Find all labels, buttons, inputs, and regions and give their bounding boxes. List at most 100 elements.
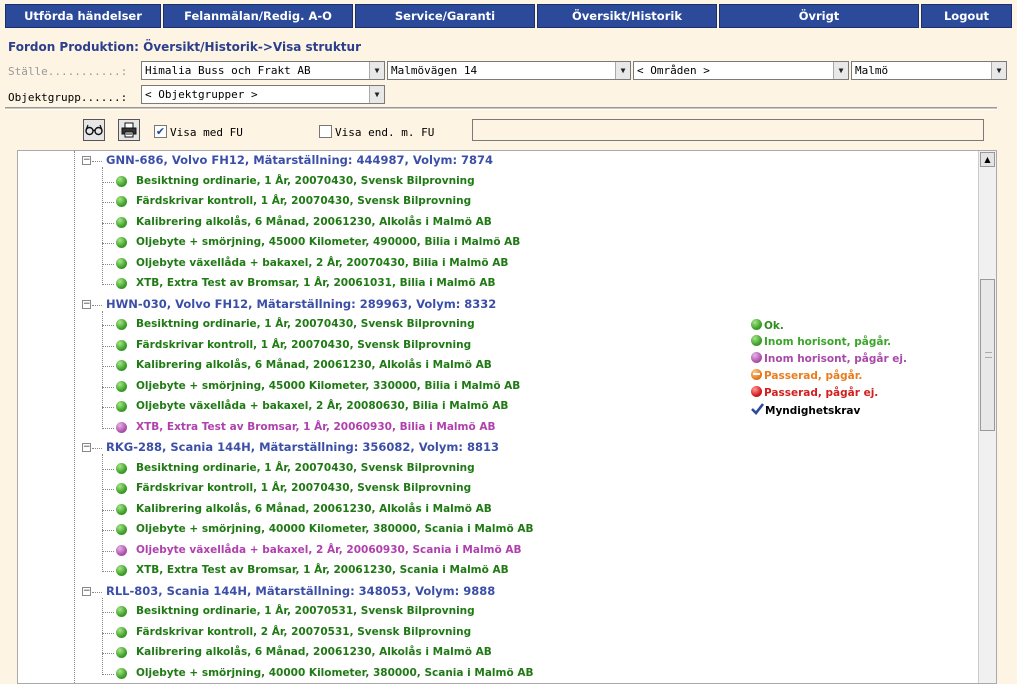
legend-item: Ok. [751, 319, 784, 332]
nav-utforda-handelser[interactable]: Utförda händelser [5, 4, 161, 28]
objektgrupp-select[interactable]: < Objektgrupper > ▼ [141, 85, 385, 104]
legend-item: Passerad, pågår. [751, 369, 862, 382]
event-item[interactable]: Oljebyte + smörjning, 45000 Kilometer, 3… [136, 380, 520, 392]
event-item[interactable]: Besiktning ordinarie, 1 År, 20070531, Sv… [136, 605, 475, 617]
stalle-select-value: Himalia Buss och Frakt AB [145, 64, 311, 77]
page-title: Fordon Produktion: Översikt/Historik->Vi… [8, 40, 361, 54]
event-item[interactable]: Besiktning ordinarie, 1 År, 20070430, Sv… [136, 462, 475, 474]
event-item[interactable]: Kalibrering alkolås, 6 Månad, 20061230, … [136, 646, 492, 658]
chevron-down-icon: ▼ [991, 62, 1006, 79]
event-item[interactable]: Färdskrivar kontroll, 1 År, 20070430, Sv… [136, 339, 471, 351]
event-item[interactable]: Besiktning ordinarie, 1 År, 20070430, Sv… [136, 175, 475, 187]
event-item[interactable]: XTB, Extra Test av Bromsar, 1 År, 200612… [136, 564, 509, 576]
glasses-icon [85, 124, 103, 136]
legend-item: Passerad, pågår ej. [751, 386, 878, 399]
event-item[interactable]: Kalibrering alkolås, 6 Månad, 20061230, … [136, 216, 492, 228]
event-item[interactable]: Färdskrivar kontroll, 2 År, 20070531, Sv… [136, 626, 471, 638]
collapse-icon[interactable]: − [82, 443, 91, 452]
visa-med-fu-label: Visa med FU [170, 126, 243, 139]
stalle-select[interactable]: Himalia Buss och Frakt AB ▼ [141, 61, 385, 80]
area-select-value: < Områden > [637, 64, 710, 77]
divider [5, 107, 997, 110]
nav-service-garanti[interactable]: Service/Garanti [355, 4, 535, 28]
event-item[interactable]: Kalibrering alkolås, 6 Månad, 20061230, … [136, 503, 492, 515]
green-status-dot-icon [116, 647, 127, 658]
green-status-dot-icon [116, 565, 127, 576]
event-item[interactable]: Färdskrivar kontroll, 1 År, 20070430, Sv… [136, 195, 471, 207]
stalle-label: Ställe...........: [8, 65, 128, 78]
green-status-dot-icon [116, 667, 127, 679]
green-dot-icon [751, 335, 762, 346]
legend-item: Inom horisont, pågår ej. [751, 352, 907, 365]
green-status-dot-icon [116, 380, 127, 392]
event-item[interactable]: Oljebyte växellåda + bakaxel, 2 År, 2007… [136, 257, 508, 269]
event-item[interactable]: XTB, Extra Test av Bromsar, 1 År, 200610… [136, 277, 495, 289]
vehicle-node[interactable]: RLL-803, Scania 144H, Mätarställning: 34… [106, 584, 495, 598]
nav-logout[interactable]: Logout [921, 4, 1012, 28]
green-status-dot-icon [116, 196, 127, 207]
area-select[interactable]: < Områden > ▼ [633, 61, 849, 80]
tree-trunk-line [74, 151, 75, 683]
scroll-up-icon[interactable]: ▲ [980, 152, 995, 167]
purple-dot-icon [751, 352, 762, 363]
address-select-value: Malmövägen 14 [391, 64, 478, 77]
vehicle-node[interactable]: HWN-030, Volvo FH12, Mätarställning: 289… [106, 297, 496, 311]
green-status-dot-icon [116, 175, 127, 187]
green-dot-icon [751, 319, 762, 330]
visa-med-fu-checkbox[interactable]: ✔ [154, 125, 167, 138]
red-dot-icon [751, 386, 762, 397]
blue-checkmark-icon [751, 403, 765, 415]
nav-felanmalan[interactable]: Felanmälan/Redig. A-O [163, 4, 353, 28]
green-status-dot-icon [116, 360, 127, 371]
event-item[interactable]: XTB, Extra Test av Bromsar, 1 År, 200609… [136, 421, 495, 433]
event-item[interactable]: Besiktning ordinarie, 1 År, 20070430, Sv… [136, 318, 475, 330]
address-select[interactable]: Malmövägen 14 ▼ [387, 61, 631, 80]
event-item[interactable]: Oljebyte + smörjning, 40000 Kilometer, 3… [136, 523, 533, 535]
structure-tree[interactable]: ▲ Ok. Inom horisont, pågår. Inom horisont,… [17, 150, 997, 684]
event-item[interactable]: Oljebyte växellåda + bakaxel, 2 År, 2006… [136, 544, 522, 556]
green-status-dot-icon [116, 339, 127, 351]
event-item[interactable]: Oljebyte + smörjning, 40000 Kilometer, 3… [136, 667, 533, 679]
event-item[interactable]: Kalibrering alkolås, 6 Månad, 20061230, … [136, 359, 492, 371]
event-item[interactable]: Oljebyte växellåda + bakaxel, 2 År, 2008… [136, 400, 508, 412]
chevron-down-icon: ▼ [615, 62, 630, 79]
green-status-dot-icon [116, 462, 127, 474]
visa-end-fu-label: Visa end. m. FU [335, 126, 435, 139]
collapse-icon[interactable]: − [82, 586, 91, 596]
purple-status-dot-icon [116, 421, 127, 433]
green-status-dot-icon [116, 257, 127, 269]
green-status-dot-icon [116, 483, 127, 494]
objektgrupp-label: Objektgrupp......: [8, 91, 128, 104]
legend-label: Passerad, pågår ej. [764, 387, 879, 399]
chevron-down-icon: ▼ [833, 62, 848, 79]
legend-label: Inom horisont, pågår ej. [764, 353, 908, 365]
objektgrupp-select-value: < Objektgrupper > [145, 88, 258, 101]
scroll-thumb[interactable] [980, 279, 995, 431]
green-status-dot-icon [116, 319, 127, 330]
legend-item: Myndighetskrav [751, 403, 860, 417]
orange-minus-dot-icon [751, 369, 762, 380]
purple-status-dot-icon [116, 544, 127, 556]
nav-oversikt-historik[interactable]: Översikt/Historik [537, 4, 717, 28]
top-navigation: Utförda händelser Felanmälan/Redig. A-O … [5, 4, 1012, 28]
vehicle-node[interactable]: RKG-288, Scania 144H, Mätarställning: 35… [106, 440, 499, 454]
city-select[interactable]: Malmö ▼ [851, 61, 1007, 80]
print-button[interactable] [118, 119, 140, 141]
visa-end-fu-checkbox[interactable] [319, 125, 332, 138]
collapse-icon[interactable]: − [82, 299, 91, 309]
collapse-icon[interactable]: − [82, 156, 91, 165]
event-item[interactable]: Färdskrivar kontroll, 1 År, 20070430, Sv… [136, 482, 471, 494]
city-select-value: Malmö [855, 64, 889, 77]
printer-icon [121, 122, 137, 138]
green-status-dot-icon [116, 524, 127, 535]
event-item[interactable]: Oljebyte + smörjning, 45000 Kilometer, 4… [136, 236, 520, 248]
green-status-dot-icon [116, 278, 127, 289]
vehicle-node[interactable]: GNN-686, Volvo FH12, Mätarställning: 444… [106, 153, 493, 167]
legend-label: Ok. [764, 320, 784, 332]
vertical-scrollbar[interactable]: ▲ [978, 151, 996, 683]
nav-ovrigt[interactable]: Övrigt [719, 4, 919, 28]
chevron-down-icon: ▼ [369, 86, 384, 103]
legend-label: Inom horisont, pågår. [764, 336, 892, 348]
view-button[interactable] [83, 119, 105, 141]
legend-item: Inom horisont, pågår. [751, 335, 891, 348]
